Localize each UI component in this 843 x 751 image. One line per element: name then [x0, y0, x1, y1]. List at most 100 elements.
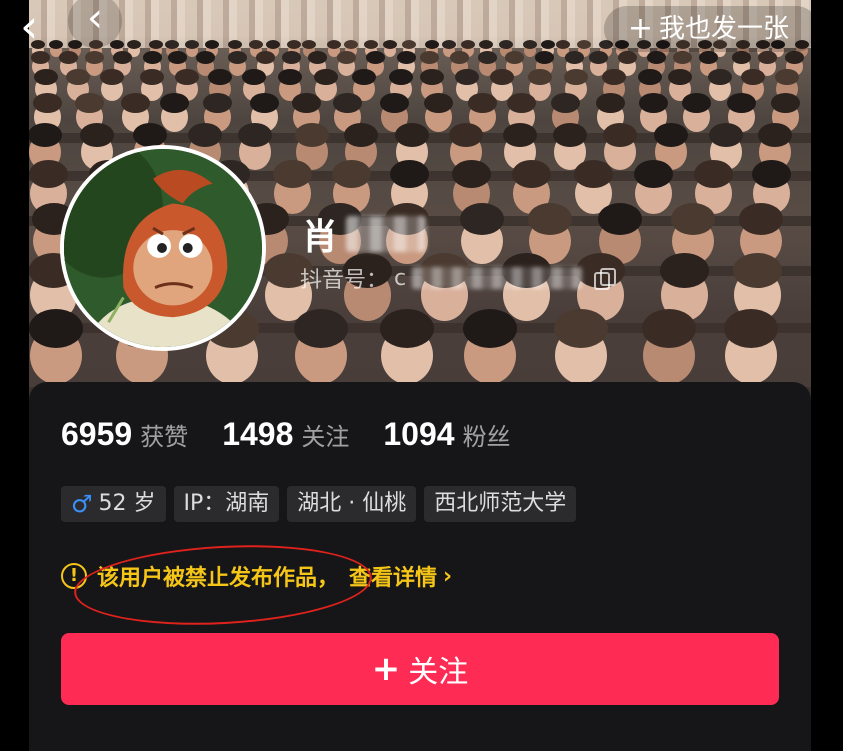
stat-number: 1094 — [383, 416, 455, 452]
crowd-hair — [331, 160, 371, 188]
crowd-hair — [74, 92, 104, 114]
name-blur — [346, 216, 427, 252]
crowd-hair — [681, 92, 711, 114]
crowd-hair — [326, 40, 341, 49]
crowd-hair — [294, 308, 349, 348]
crowd-hair — [564, 51, 584, 64]
crowd-hair — [249, 92, 279, 114]
crowd-hair — [451, 160, 491, 188]
crowd-hair — [281, 51, 301, 64]
crowd-hair — [65, 68, 90, 86]
name-text: 肖 — [302, 217, 339, 258]
plus-icon: + — [371, 649, 401, 689]
stat-label: 获赞 — [140, 423, 189, 451]
tag-text: 湖北 · 仙桃 — [297, 491, 407, 516]
crowd-hair — [638, 92, 668, 114]
crowd-hair — [589, 51, 609, 64]
crowd-hair — [553, 308, 608, 348]
tag-text: 西北师范大学 — [434, 491, 567, 516]
crowd-hair — [424, 92, 454, 114]
crowd-hair — [460, 40, 475, 49]
chevron-right-icon: › — [443, 563, 453, 589]
tag-text: 52 岁 — [98, 491, 156, 516]
crowd-hair — [337, 51, 357, 64]
crowd-hair — [255, 51, 275, 64]
stat-following[interactable]: 1498 关注 — [222, 416, 349, 453]
crowd-hair — [112, 51, 132, 64]
crowd-hair — [637, 68, 662, 86]
crowd-hair — [195, 51, 215, 64]
monkey-avatar-icon — [64, 149, 262, 347]
crowd-hair — [617, 51, 637, 64]
crowd-hair — [785, 51, 805, 64]
crowd-hair — [29, 160, 68, 188]
crowd-hair — [659, 252, 709, 289]
follow-button[interactable]: + 关注 — [61, 633, 779, 705]
crowd-hair — [671, 203, 716, 235]
crowd-hair — [241, 68, 266, 86]
crowd-hair — [58, 51, 78, 64]
douyin-id[interactable]: 抖音号： c — [300, 262, 617, 294]
id-value: c — [394, 265, 407, 291]
male-symbol-icon: ♂ — [71, 490, 93, 518]
crowd-hair — [708, 123, 743, 148]
crowd-hair — [401, 40, 416, 49]
stat-number: 1498 — [222, 416, 294, 452]
crowd-hair — [633, 160, 673, 188]
crowd-hair — [332, 92, 362, 114]
crowd-hair — [653, 123, 688, 148]
crowd-hair — [185, 40, 200, 49]
id-blur — [412, 267, 583, 289]
crowd-hair — [294, 123, 329, 148]
profile-card: 6959 获赞 1498 关注 1094 粉丝 ♂ 52 岁 IP：湖南 湖北 … — [29, 382, 811, 751]
crowd-hair — [602, 123, 637, 148]
tag-school[interactable]: 西北师范大学 — [424, 486, 577, 522]
stat-label: 粉丝 — [462, 423, 511, 451]
chevron-left-icon: ‹ — [87, 0, 103, 41]
copy-icon[interactable] — [594, 268, 617, 290]
follow-label: 关注 — [408, 655, 469, 690]
profile-name: 肖 — [302, 208, 427, 260]
crowd-hair — [528, 203, 573, 235]
stat-followers[interactable]: 1094 粉丝 — [383, 416, 510, 453]
crowd-hair — [522, 40, 537, 49]
tag-age: ♂ 52 岁 — [61, 486, 166, 522]
stat-number: 6959 — [61, 416, 133, 452]
post-too-label: 我也发一张 — [658, 14, 789, 44]
tag-location[interactable]: 湖北 · 仙桃 — [287, 486, 417, 522]
avatar[interactable] — [60, 145, 266, 351]
crowd-hair — [148, 40, 163, 49]
crowd-hair — [227, 40, 242, 49]
crowd-hair — [419, 51, 439, 64]
crowd-hair — [32, 92, 62, 114]
crowd-hair — [740, 68, 765, 86]
crowd-hair — [758, 51, 778, 64]
crowd-hair — [502, 123, 537, 148]
crowd-hair — [390, 160, 430, 188]
crowd-hair — [388, 68, 413, 86]
crowd-hair — [751, 160, 791, 188]
crowd-hair — [770, 92, 800, 114]
crowd-hair — [698, 51, 718, 64]
back-button[interactable]: ‹ — [20, 3, 60, 54]
tag-ip: IP：湖南 — [173, 486, 280, 522]
tag-text: IP：湖南 — [183, 491, 270, 516]
crowd-hair — [467, 92, 497, 114]
crowd-hair — [498, 40, 513, 49]
crowd-hair — [642, 308, 697, 348]
crowd-hair — [382, 40, 397, 49]
crowd-hair — [394, 123, 429, 148]
crowd-hair — [202, 92, 232, 114]
crowd-hair — [379, 308, 434, 348]
crowd-hair — [396, 51, 416, 64]
crowd-hair — [205, 40, 220, 49]
crowd-hair — [576, 40, 591, 49]
crowd-hair — [646, 51, 666, 64]
crowd-hair — [726, 92, 756, 114]
crowd-hair — [739, 203, 784, 235]
crowd-hair — [448, 123, 483, 148]
crowd-hair — [248, 40, 263, 49]
stat-likes[interactable]: 6959 获赞 — [61, 416, 188, 453]
post-too-button[interactable]: + 我也发一张 — [603, 6, 819, 52]
tags-row: ♂ 52 岁 IP：湖南 湖北 · 仙桃 西北师范大学 — [61, 486, 577, 522]
